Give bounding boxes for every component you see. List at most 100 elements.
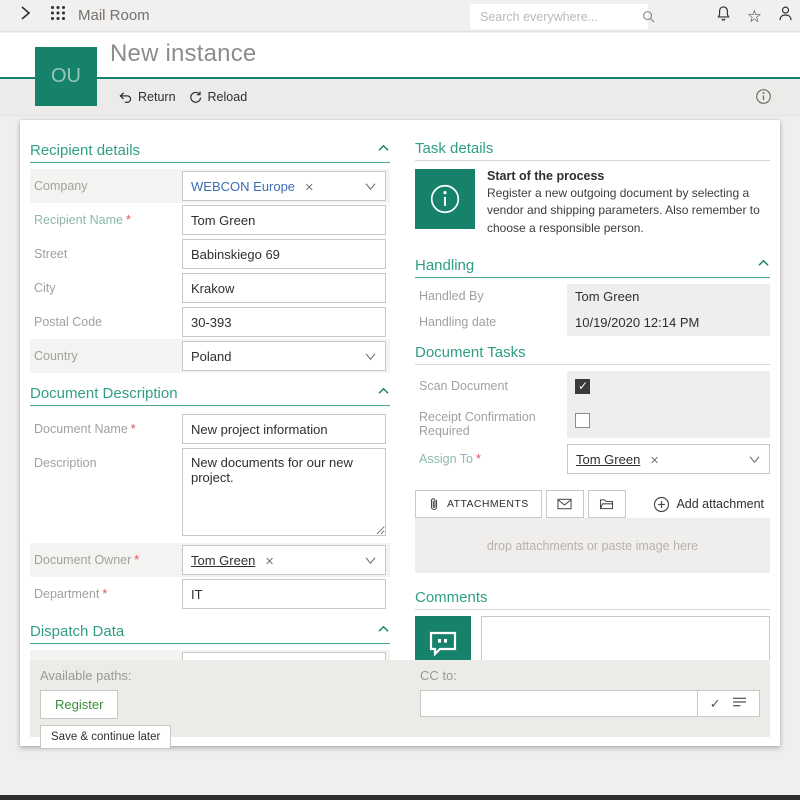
field-row-company: Company WEBCON Europe ✕	[30, 169, 390, 203]
search-box	[470, 4, 648, 29]
field-row-handling-date: Handling date 10/19/2020 12:14 PM	[415, 310, 770, 336]
toolbar: Return Reload	[0, 79, 800, 116]
reload-icon	[188, 90, 203, 105]
app-title: Mail Room	[78, 7, 150, 24]
recipient-name-input[interactable]	[182, 205, 386, 235]
save-continue-button[interactable]: Save & continue later	[40, 725, 171, 749]
field-label: Receipt Confirmation Required	[415, 402, 567, 438]
handled-by-value: Tom Green	[567, 284, 770, 310]
section-title: Dispatch Data	[30, 623, 124, 640]
expand-chevron-icon[interactable]	[16, 4, 34, 27]
assign-to-select[interactable]: Tom Green ✕	[567, 444, 770, 474]
section-title: Document Description	[30, 385, 178, 402]
field-label: City	[34, 281, 182, 295]
company-chip[interactable]: WEBCON Europe	[191, 179, 295, 194]
section-document-description: Document Description	[30, 383, 390, 406]
section-document-tasks: Document Tasks	[415, 344, 770, 365]
search-input[interactable]	[470, 4, 641, 29]
field-row-city: City	[30, 271, 390, 305]
instance-header: New instance	[0, 33, 800, 77]
field-row-handled-by: Handled By Tom Green	[415, 284, 770, 310]
tab-attachment-folder[interactable]	[588, 490, 626, 518]
top-bar: Mail Room ☆	[0, 0, 800, 32]
field-label: Department*	[34, 587, 182, 601]
city-input[interactable]	[182, 273, 386, 303]
required-marker: *	[131, 422, 136, 436]
postal-code-input[interactable]	[182, 307, 386, 337]
section-handling: Handling	[415, 255, 770, 278]
folder-icon	[599, 498, 614, 510]
field-row-document-owner: Document Owner* Tom Green ✕	[30, 543, 390, 577]
chevron-down-icon	[364, 182, 377, 191]
section-recipient-details: Recipient details	[30, 140, 390, 163]
section-title: Task details	[415, 140, 493, 157]
section-dispatch-data: Dispatch Data	[30, 621, 390, 644]
field-label: Document Name*	[34, 422, 182, 436]
field-row-scan-document: Scan Document	[415, 371, 770, 402]
confirm-check-icon[interactable]: ✓	[710, 696, 721, 712]
field-row-document-name: Document Name*	[30, 412, 390, 446]
pick-from-list-icon[interactable]	[732, 695, 747, 713]
field-label: Assign To*	[415, 452, 567, 466]
cc-to-input[interactable]	[420, 690, 698, 717]
form-footer: Available paths: Register Save & continu…	[30, 660, 770, 737]
scan-document-checkbox[interactable]	[575, 379, 590, 394]
field-row-street: Street	[30, 237, 390, 271]
plus-circle-icon	[653, 496, 670, 513]
app-grid-icon[interactable]	[50, 5, 66, 26]
task-description: Register a new outgoing document by sele…	[487, 185, 770, 237]
form-card: Recipient details Company WEBCON Europe …	[20, 120, 780, 746]
description-textarea[interactable]: New documents for our new project.	[182, 448, 386, 536]
collapse-chevron-icon[interactable]	[377, 140, 390, 159]
field-label: Recipient Name*	[34, 213, 182, 227]
attachments-dropzone[interactable]: drop attachments or paste image here	[415, 518, 770, 573]
assignee-chip[interactable]: Tom Green	[576, 452, 640, 467]
reload-button[interactable]: Reload	[182, 86, 254, 109]
field-label: Postal Code	[34, 315, 182, 329]
envelope-icon	[557, 498, 572, 510]
search-icon[interactable]	[641, 9, 656, 24]
collapse-chevron-icon[interactable]	[377, 621, 390, 640]
notifications-bell-icon[interactable]	[715, 5, 732, 27]
field-label: Company	[34, 179, 182, 193]
remove-chip-icon[interactable]: ✕	[650, 455, 659, 467]
collapse-chevron-icon[interactable]	[757, 255, 770, 274]
page-title: New instance	[110, 40, 256, 68]
add-attachment-button[interactable]: Add attachment	[647, 495, 770, 514]
favorites-star-icon[interactable]: ☆	[747, 8, 762, 25]
user-profile-icon[interactable]	[777, 5, 794, 27]
tab-email-attachments[interactable]	[546, 490, 584, 518]
required-marker: *	[134, 553, 139, 567]
process-avatar: OU	[35, 47, 97, 106]
field-label: Handling date	[415, 310, 567, 336]
required-marker: *	[102, 587, 107, 601]
register-path-button[interactable]: Register	[40, 690, 118, 719]
country-select[interactable]: Poland	[182, 341, 386, 371]
receipt-confirmation-checkbox[interactable]	[575, 413, 590, 428]
section-task-details: Task details	[415, 140, 770, 161]
remove-chip-icon[interactable]: ✕	[265, 556, 274, 568]
chevron-down-icon	[364, 352, 377, 361]
info-icon[interactable]	[755, 88, 772, 110]
task-info-icon	[415, 169, 475, 229]
remove-chip-icon[interactable]: ✕	[305, 182, 314, 194]
document-owner-select[interactable]: Tom Green ✕	[182, 545, 386, 575]
department-input[interactable]	[182, 579, 386, 609]
company-select[interactable]: WEBCON Europe ✕	[182, 171, 386, 201]
field-label: Scan Document	[415, 371, 567, 402]
section-title: Handling	[415, 257, 474, 274]
return-arrow-icon	[118, 90, 133, 105]
required-marker: *	[126, 213, 131, 227]
street-input[interactable]	[182, 239, 386, 269]
owner-chip[interactable]: Tom Green	[191, 553, 255, 568]
document-name-input[interactable]	[182, 414, 386, 444]
paperclip-icon	[428, 497, 440, 511]
collapse-chevron-icon[interactable]	[377, 383, 390, 402]
tab-attachments[interactable]: ATTACHMENTS	[415, 490, 542, 518]
field-row-assign-to: Assign To* Tom Green ✕	[415, 444, 770, 474]
field-row-department: Department*	[30, 577, 390, 611]
field-label: Description	[34, 448, 182, 470]
field-row-description: Description New documents for our new pr…	[30, 446, 390, 543]
section-title: Document Tasks	[415, 344, 526, 361]
return-button[interactable]: Return	[112, 86, 182, 109]
